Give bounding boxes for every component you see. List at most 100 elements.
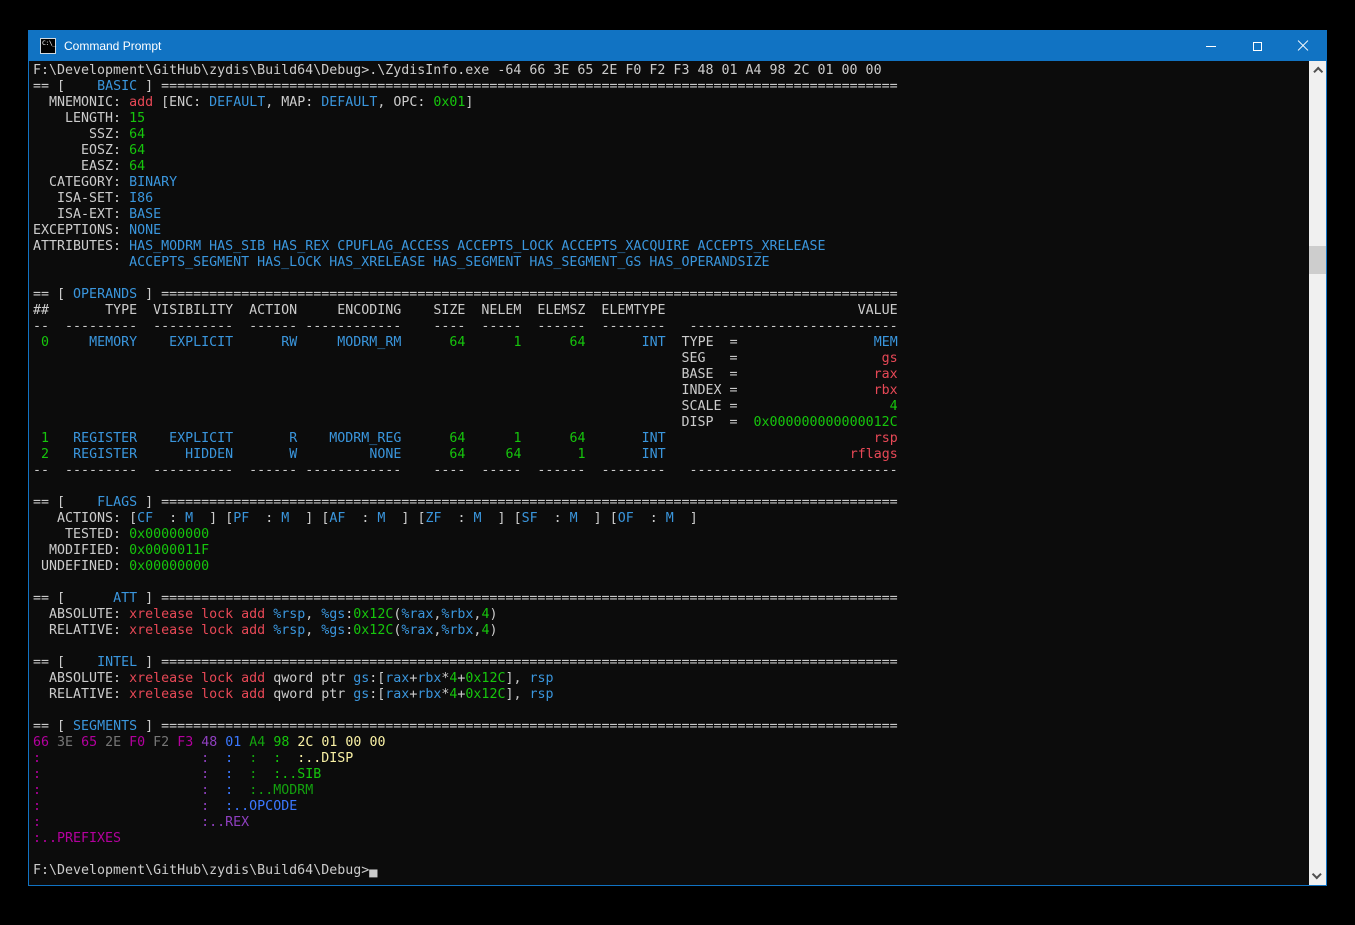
text-segment: 3E: [57, 735, 73, 750]
text-segment: %rbx: [441, 607, 473, 622]
maximize-button[interactable]: [1234, 31, 1280, 61]
text-segment: INT: [642, 431, 666, 446]
console-line: : : : : : :..DISP: [33, 751, 1309, 767]
text-segment: 1: [41, 431, 49, 446]
text-segment: BASE =: [681, 367, 737, 382]
text-segment: ]: [145, 719, 153, 734]
scroll-up-button[interactable]: [1309, 61, 1326, 78]
console-area[interactable]: F:\Development\GitHub\zydis\Build64\Debu…: [29, 61, 1309, 885]
text-segment: SIZE NELEM ELEMSZ ELEMTYPE: [433, 303, 665, 318]
text-segment: EXCEPTIONS:: [33, 223, 121, 238]
close-button[interactable]: [1280, 31, 1326, 61]
text-segment: F3: [177, 735, 193, 750]
text-segment: %rsp: [273, 607, 305, 622]
text-segment: SF: [522, 511, 538, 526]
console-line: INDEX = rbx: [33, 383, 1309, 399]
text-segment: rsp: [529, 671, 553, 686]
text-segment: rsp: [529, 687, 553, 702]
text-segment: AF: [329, 511, 345, 526]
text-segment: [ENC:: [161, 95, 201, 110]
chevron-up-icon: [1313, 67, 1323, 77]
text-segment: xrelease lock add: [129, 623, 265, 638]
text-segment: %rbx: [441, 623, 473, 638]
text-segment: 64: [570, 335, 586, 350]
text-segment: F0: [129, 735, 145, 750]
caption-buttons: [1188, 31, 1326, 61]
text-segment: ATT: [113, 591, 137, 606]
text-segment: ]: [145, 79, 153, 94]
text-segment: INT: [642, 335, 666, 350]
text-segment: --------- ---------- ------: [65, 463, 297, 478]
text-segment: == [: [33, 287, 65, 302]
text-segment: 48: [201, 735, 217, 750]
text-segment: ========================================…: [161, 495, 898, 510]
text-segment: ,: [305, 623, 313, 638]
text-segment: ]: [145, 287, 153, 302]
text-segment: NONE: [369, 447, 401, 462]
text-segment: --: [33, 463, 49, 478]
text-segment: DEFAULT: [209, 95, 265, 110]
text-segment: [: [610, 511, 618, 526]
console-line: : : : : :..SIB: [33, 767, 1309, 783]
console-line: [33, 847, 1309, 863]
text-segment: F:\Development\GitHub\zydis\Build64\Debu…: [33, 63, 882, 78]
text-segment: 98: [273, 735, 289, 750]
text-segment: 0x12C: [353, 623, 393, 638]
text-segment: xrelease lock add: [129, 687, 265, 702]
titlebar[interactable]: C:\_ Command Prompt: [29, 31, 1326, 61]
text-segment: MNEMONIC:: [33, 95, 121, 110]
text-segment: :[: [369, 671, 385, 686]
text-segment: :..DISP: [297, 751, 353, 766]
text-segment: xrelease lock add: [129, 671, 265, 686]
console-line: SCALE = 4: [33, 399, 1309, 415]
text-segment: :: [538, 511, 570, 526]
text-segment: ]: [145, 591, 153, 606]
text-segment: 1: [578, 447, 586, 462]
text-segment: INTEL: [97, 655, 137, 670]
text-segment: REGISTER: [73, 447, 137, 462]
scroll-down-button[interactable]: [1309, 868, 1326, 885]
text-segment: ]: [145, 495, 153, 510]
text-segment: TESTED:: [33, 527, 121, 542]
text-segment: 0x00000000: [129, 527, 209, 542]
text-segment: BASIC: [97, 79, 137, 94]
text-segment: F2: [153, 735, 169, 750]
text-segment: :: [441, 511, 473, 526]
text-segment: :: [273, 751, 281, 766]
text-segment: ],: [505, 671, 521, 686]
console-line: -- --------- ---------- ------ ---------…: [33, 463, 1309, 479]
text-segment: BINARY: [129, 175, 177, 190]
console-line: == [ INTEL ] ===========================…: [33, 655, 1309, 671]
text-segment: OPERANDS: [73, 287, 137, 302]
text-segment: M: [570, 511, 578, 526]
console-line: == [ BASIC ] ===========================…: [33, 79, 1309, 95]
console-line: [33, 703, 1309, 719]
text-segment: ABSOLUTE:: [33, 671, 121, 686]
text-segment: RELATIVE:: [33, 623, 121, 638]
console-line: ## TYPE VISIBILITY ACTION ENCODING SIZE …: [33, 303, 1309, 319]
text-segment: ========================================…: [161, 719, 898, 734]
text-segment: :: [201, 751, 209, 766]
scrollbar[interactable]: [1309, 61, 1326, 885]
text-segment: F:\Development\GitHub\zydis\Build64\Debu…: [33, 863, 369, 878]
text-segment: 64: [129, 127, 145, 142]
text-segment: W: [289, 447, 297, 462]
text-segment: :: [153, 511, 185, 526]
text-segment: ]: [465, 95, 473, 110]
minimize-button[interactable]: [1188, 31, 1234, 61]
text-segment: MODRM_REG: [329, 431, 401, 446]
text-segment: %rax: [401, 623, 433, 638]
text-segment: MEM: [874, 335, 898, 350]
text-segment: RELATIVE:: [33, 687, 121, 702]
console-line: -- --------- ---------- ------ ---------…: [33, 319, 1309, 335]
text-segment: ------------: [305, 319, 401, 334]
text-segment: :: [249, 751, 257, 766]
scroll-thumb[interactable]: [1309, 246, 1326, 274]
console-line: == [ FLAGS ] ===========================…: [33, 495, 1309, 511]
text-segment: [: [514, 511, 522, 526]
chevron-down-icon: [1312, 869, 1322, 879]
text-segment: ISA-SET:: [33, 191, 121, 206]
text-segment: ========================================…: [161, 655, 898, 670]
text-segment: EOSZ:: [33, 143, 121, 158]
text-segment: CF: [137, 511, 153, 526]
